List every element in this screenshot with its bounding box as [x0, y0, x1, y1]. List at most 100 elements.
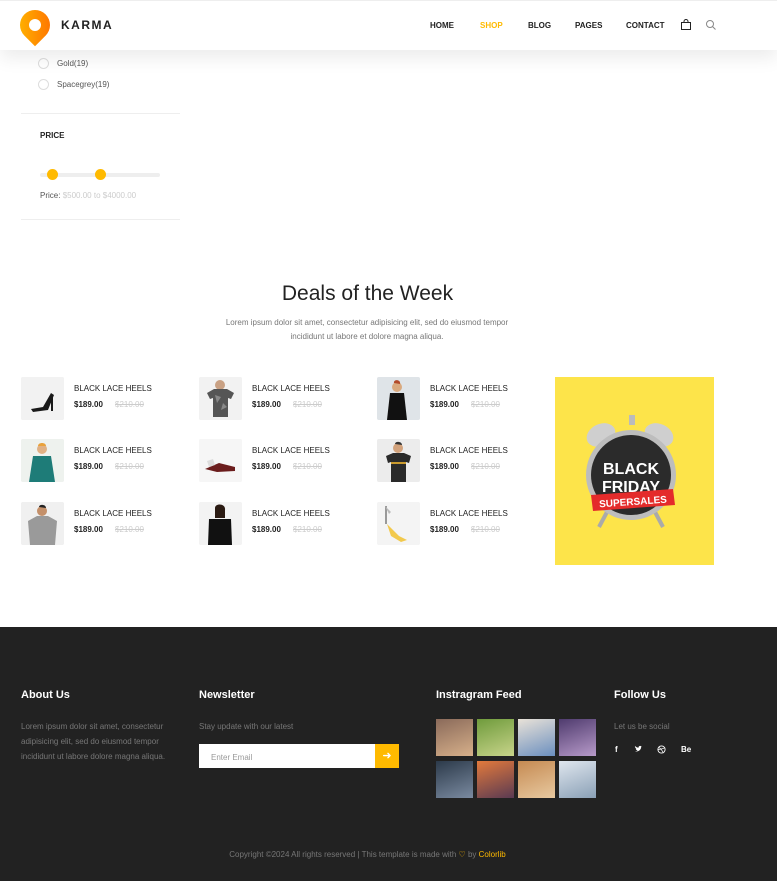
product-name[interactable]: BLACK LACE HEELS [430, 384, 508, 393]
deals-description-line: incididunt ut labore et dolore magna ali… [290, 332, 444, 341]
product-old-price: $210.00 [471, 400, 500, 409]
product-name[interactable]: BLACK LACE HEELS [430, 509, 508, 518]
price-slider[interactable] [40, 169, 160, 180]
behance-icon[interactable]: Be [681, 745, 691, 754]
instagram-photo[interactable] [559, 719, 596, 756]
heart-icon: ♡ [458, 850, 466, 859]
product-name[interactable]: BLACK LACE HEELS [252, 446, 330, 455]
brand-name[interactable]: KARMA [61, 18, 113, 32]
product-price: $189.00 [74, 462, 103, 471]
radio-button[interactable] [38, 79, 49, 90]
instagram-photo[interactable] [436, 761, 473, 798]
price-filter-title: PRICE [40, 131, 65, 140]
product-old-price: $210.00 [293, 462, 322, 471]
search-icon[interactable] [705, 19, 717, 31]
product-card[interactable]: BLACK LACE HEELS $189.00 $210.00 [377, 377, 547, 421]
product-image[interactable] [21, 502, 64, 545]
dribbble-icon[interactable] [657, 745, 666, 754]
color-filter-label: Spacegrey(19) [57, 80, 110, 89]
product-image[interactable] [199, 439, 242, 482]
newsletter-submit-button[interactable]: ➜ [375, 744, 399, 768]
instagram-photo[interactable] [477, 719, 514, 756]
site-footer: About Us Lorem ipsum dolor sit amet, con… [0, 627, 777, 881]
about-text-line: incididunt ut labore dolore magna aliqua… [21, 752, 166, 761]
product-card[interactable]: BLACK LACE HEELS $189.00 $210.00 [21, 502, 191, 546]
alarm-clock-image: BLACK FRIDAY SUPERSALES [555, 377, 714, 565]
product-old-price: $210.00 [293, 400, 322, 409]
nav-item-contact[interactable]: CONTACT [626, 21, 665, 30]
follow-title: Follow Us [614, 689, 666, 701]
logo-icon[interactable] [13, 3, 57, 47]
price-to: $4000.00 [102, 191, 137, 200]
black-friday-promo-banner[interactable]: BLACK FRIDAY SUPERSALES [555, 377, 714, 565]
product-image[interactable] [199, 502, 242, 545]
about-text: Lorem ipsum dolor sit amet, consectetur … [21, 719, 191, 764]
instagram-photo[interactable] [559, 761, 596, 798]
product-card[interactable]: BLACK LACE HEELS $189.00 $210.00 [21, 377, 191, 421]
colorlib-link[interactable]: Colorlib [479, 850, 506, 859]
price-range-text: Price: $500.00 to $4000.00 [40, 191, 136, 200]
newsletter-text: Stay update with our latest [199, 722, 294, 731]
color-filter-spacegrey[interactable]: Spacegrey(19) [38, 79, 109, 90]
deals-description: Lorem ipsum dolor sit amet, consectetur … [207, 316, 527, 344]
product-image[interactable] [21, 377, 64, 420]
nav-item-pages[interactable]: PAGES [575, 21, 602, 30]
instagram-photo[interactable] [477, 761, 514, 798]
product-old-price: $210.00 [115, 525, 144, 534]
nav-item-shop[interactable]: SHOP [480, 21, 503, 30]
product-card[interactable]: BLACK LACE HEELS $189.00 $210.00 [377, 439, 547, 483]
price-label: Price: [40, 191, 61, 200]
product-card[interactable]: BLACK LACE HEELS $189.00 $210.00 [199, 439, 369, 483]
price-from: $500.00 [62, 191, 92, 200]
price-slider-min-handle[interactable] [47, 169, 58, 180]
copyright-by: by [467, 850, 477, 859]
product-price: $189.00 [430, 462, 459, 471]
product-card[interactable]: BLACK LACE HEELS $189.00 $210.00 [199, 502, 369, 546]
product-card[interactable]: BLACK LACE HEELS $189.00 $210.00 [21, 439, 191, 483]
arrow-right-icon: ➜ [382, 750, 392, 762]
price-slider-max-handle[interactable] [95, 169, 106, 180]
product-price: $189.00 [252, 400, 281, 409]
twitter-icon[interactable] [634, 745, 643, 754]
product-old-price: $210.00 [471, 462, 500, 471]
facebook-icon[interactable]: f [615, 745, 618, 754]
radio-button[interactable] [38, 58, 49, 69]
nav-item-blog[interactable]: BLOG [528, 21, 551, 30]
about-title: About Us [21, 689, 70, 701]
product-image[interactable] [21, 439, 64, 482]
nav-item-home[interactable]: HOME [430, 21, 454, 30]
instagram-photo[interactable] [518, 719, 555, 756]
copyright-text: Copyright ©2024 All rights reserved | Th… [0, 850, 735, 859]
product-card[interactable]: BLACK LACE HEELS $189.00 $210.00 [377, 502, 547, 546]
product-name[interactable]: BLACK LACE HEELS [74, 446, 152, 455]
product-name[interactable]: BLACK LACE HEELS [74, 384, 152, 393]
product-name[interactable]: BLACK LACE HEELS [252, 384, 330, 393]
product-price: $189.00 [430, 400, 459, 409]
product-image[interactable] [199, 377, 242, 420]
email-input[interactable]: Enter Email [199, 744, 375, 768]
product-name[interactable]: BLACK LACE HEELS [430, 446, 508, 455]
product-price: $189.00 [430, 525, 459, 534]
product-image[interactable] [377, 439, 420, 482]
color-filter-gold[interactable]: Gold(19) [38, 58, 88, 69]
instagram-photo[interactable] [518, 761, 555, 798]
product-name[interactable]: BLACK LACE HEELS [252, 509, 330, 518]
product-price: $189.00 [74, 525, 103, 534]
product-image[interactable] [377, 502, 420, 545]
deals-description-line: Lorem ipsum dolor sit amet, consectetur … [225, 318, 509, 327]
site-header: KARMA HOME SHOP BLOG PAGES CONTACT [0, 0, 777, 50]
about-text-line: adipisicing elit, sed do eiusmod tempor [21, 737, 159, 746]
product-old-price: $210.00 [293, 525, 322, 534]
shopping-bag-icon[interactable] [680, 19, 692, 31]
product-old-price: $210.00 [471, 525, 500, 534]
instagram-photo[interactable] [436, 719, 473, 756]
product-card[interactable]: BLACK LACE HEELS $189.00 $210.00 [199, 377, 369, 421]
follow-text: Let us be social [614, 722, 670, 731]
newsletter-title: Newsletter [199, 689, 255, 701]
promo-line1: BLACK [603, 461, 659, 478]
product-old-price: $210.00 [115, 400, 144, 409]
product-price: $189.00 [252, 462, 281, 471]
product-name[interactable]: BLACK LACE HEELS [74, 509, 152, 518]
product-image[interactable] [377, 377, 420, 420]
deals-title: Deals of the Week [281, 282, 454, 305]
